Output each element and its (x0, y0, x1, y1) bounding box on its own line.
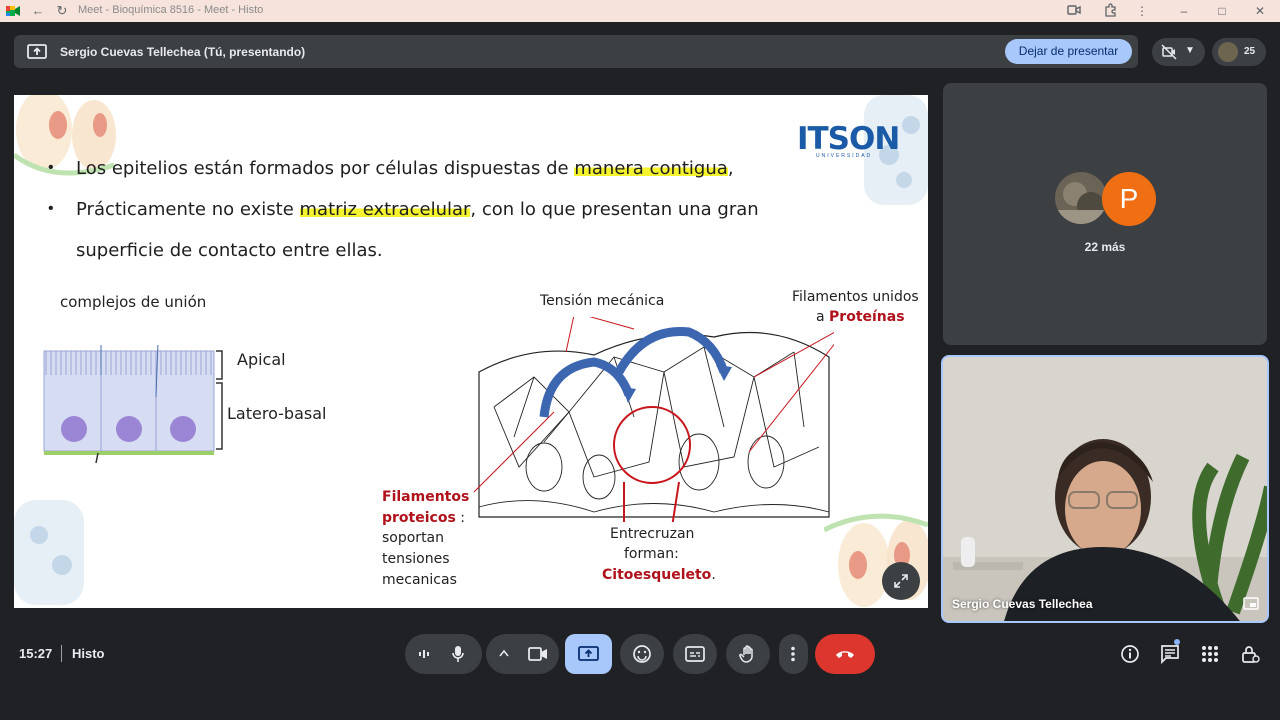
camera-tile[interactable]: Sergio Cuevas Tellechea (941, 355, 1269, 623)
present-screen-icon (27, 44, 47, 59)
label-citoesqueleto-line: Citoesqueleto. (602, 567, 716, 583)
more-options-button[interactable] (779, 634, 808, 674)
meeting-time: 15:27 (19, 646, 53, 661)
label-apical: Apical (237, 350, 286, 369)
camera-options-button[interactable]: ▼ (1152, 38, 1205, 66)
captions-icon (685, 646, 705, 662)
label-latero-basal: Latero-basal (227, 404, 327, 423)
label-proteicos: proteicos (382, 510, 456, 526)
microphone-icon (452, 646, 464, 662)
participants-tile[interactable]: P 22 más (943, 83, 1267, 345)
chevron-up-icon (499, 649, 509, 657)
camera-permission-icon[interactable] (1066, 3, 1082, 19)
restore-icon[interactable]: □ (1214, 3, 1230, 19)
chevron-down-icon: ▼ (1185, 45, 1195, 56)
participants-button[interactable]: 25 (1212, 38, 1266, 66)
label-colon: : (455, 510, 465, 526)
label-complejos-de-union: complejos de unión (60, 293, 207, 311)
host-controls-lock-icon[interactable] (1240, 644, 1260, 664)
more-participants-label: 22 más (1084, 240, 1126, 254)
bullet-1-end: , (727, 158, 734, 179)
minimize-icon[interactable]: – (1176, 3, 1192, 19)
reload-icon[interactable]: ↻ (54, 3, 70, 19)
presentation-slide: ITSON UNIVERSIDAD • Los epitelios están … (14, 95, 928, 608)
video-camera-icon (528, 647, 547, 661)
label-citoesqueleto: Citoesqueleto (602, 567, 712, 583)
participant-count: 25 (1244, 46, 1256, 57)
label-proteinas: Proteínas (829, 309, 905, 325)
label-a-proteinas: a Proteínas (816, 309, 905, 325)
label-tension-mecanica: Tensión mecánica (540, 293, 665, 309)
present-now-button[interactable] (565, 634, 612, 674)
emoji-icon (633, 645, 651, 663)
bullet-1-text: Los epitelios están formados por células… (76, 158, 575, 179)
audio-level-icon (419, 650, 429, 658)
bracket-icon (216, 350, 223, 450)
avatar: P (1102, 172, 1156, 226)
hang-up-icon (836, 651, 854, 658)
camera-participant-name: Sergio Cuevas Tellechea (952, 597, 1093, 611)
back-icon[interactable]: ← (30, 3, 46, 19)
no-video-icon (1161, 44, 1177, 60)
menu-dots-icon[interactable]: ⋮ (1134, 3, 1150, 19)
meet-favicon-icon (6, 6, 20, 16)
decorative-tissue-image (14, 500, 84, 605)
expand-icon (894, 574, 908, 588)
microphone-control[interactable] (405, 634, 482, 674)
picture-in-picture-icon[interactable] (1243, 597, 1259, 610)
reactions-button[interactable] (620, 634, 664, 674)
label-entrecruzan: Entrecruzan (610, 526, 695, 542)
bullet-icon: • (48, 159, 54, 176)
label-tensiones: tensiones (382, 551, 450, 567)
hand-icon (739, 645, 753, 663)
chat-notification-dot (1174, 639, 1180, 645)
divider (61, 645, 62, 662)
extensions-icon[interactable] (1102, 3, 1118, 19)
tab-title: Meet - Bioquímica 8516 - Meet - Histo (78, 4, 264, 16)
presenting-text: Sergio Cuevas Tellechea (Tú, presentando… (60, 45, 306, 59)
browser-title-bar: ← ↻ Meet - Bioquímica 8516 - Meet - Hist… (0, 0, 1280, 22)
presenting-banner: Sergio Cuevas Tellechea (Tú, presentando… (14, 35, 1138, 68)
cytoskeleton-diagram (474, 317, 834, 522)
bullet-icon: • (48, 200, 54, 217)
bullet-1: Los epitelios están formados por células… (76, 158, 734, 179)
raise-hand-button[interactable] (726, 634, 770, 674)
label-a: a (816, 309, 830, 325)
avatar (1055, 172, 1107, 224)
itson-logo-subtitle: UNIVERSIDAD (816, 153, 873, 159)
bullet-2: Prácticamente no existe matriz extracelu… (76, 199, 759, 220)
close-icon[interactable]: ✕ (1252, 3, 1268, 19)
captions-button[interactable] (673, 634, 717, 674)
present-screen-icon (578, 646, 599, 661)
meeting-name: Histo (72, 646, 105, 661)
label-proteicos-line: proteicos : (382, 510, 465, 526)
label-soportan: soportan (382, 530, 445, 546)
bullet-1-highlight: manera contigua (574, 158, 728, 179)
fullscreen-button[interactable] (882, 562, 920, 600)
camera-control[interactable] (486, 634, 559, 674)
label-mecanicas: mecanicas (382, 572, 457, 588)
bullet-2-continuation: superficie de contacto entre ellas. (76, 240, 383, 261)
leave-call-button[interactable] (815, 634, 875, 674)
meeting-details-icon[interactable] (1120, 644, 1140, 664)
bullet-2-highlight: matriz extracelular (299, 199, 471, 220)
itson-logo: ITSON (797, 121, 900, 157)
more-vertical-icon (791, 646, 795, 662)
label-filamentos-unidos: Filamentos unidos (792, 289, 919, 305)
label-forman: forman: (624, 546, 679, 562)
avatar (1218, 42, 1238, 62)
bullet-2-text: Prácticamente no existe (76, 199, 300, 220)
activities-grid-icon[interactable] (1200, 644, 1220, 664)
stop-presenting-button[interactable]: Dejar de presentar (1005, 39, 1132, 64)
label-period: . (711, 567, 716, 583)
camera-video (943, 357, 1267, 621)
chat-icon[interactable] (1160, 644, 1180, 664)
label-filamentos: Filamentos (382, 489, 470, 505)
epithelium-diagram (43, 345, 215, 464)
bullet-2-end: , con lo que presentan una gran (470, 199, 759, 220)
